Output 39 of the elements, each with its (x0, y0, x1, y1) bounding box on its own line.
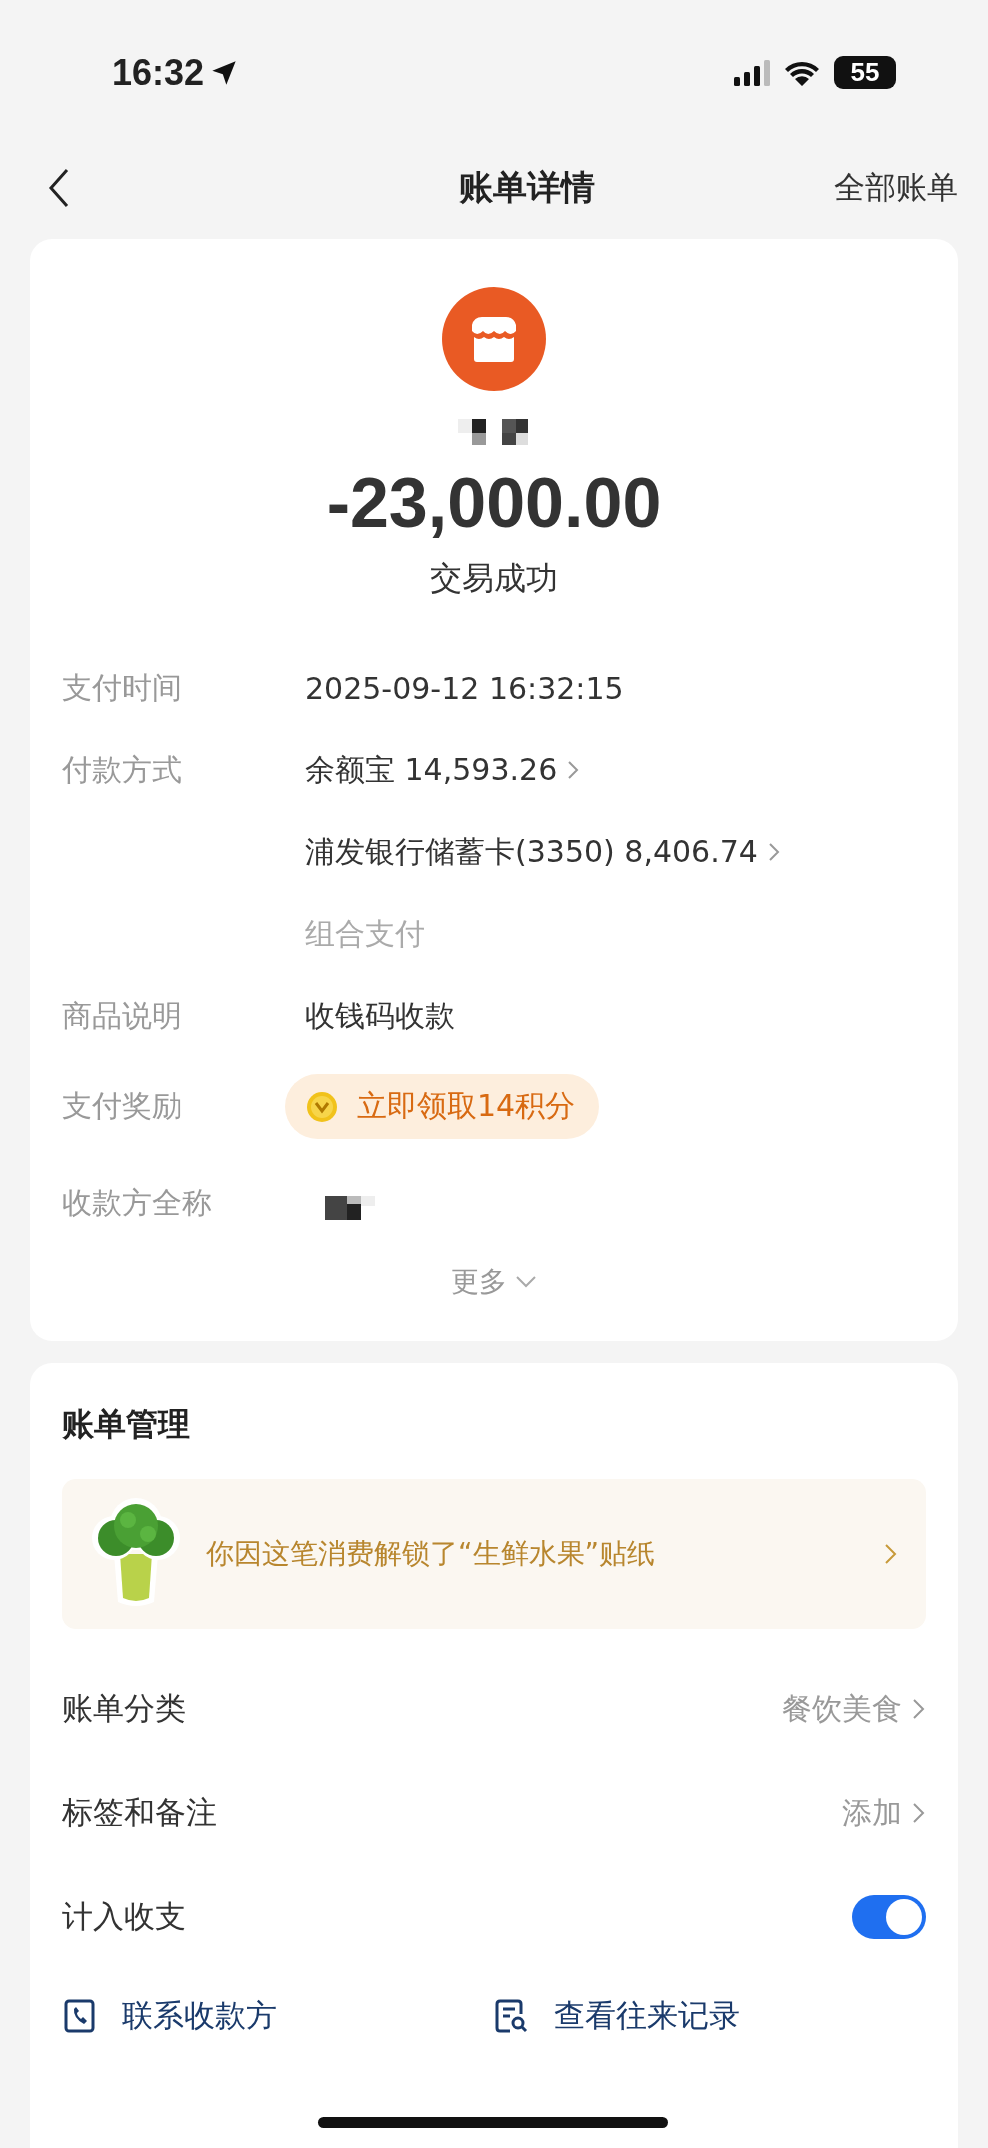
wifi-icon (784, 59, 820, 86)
action-link[interactable]: 查看往来记录 (494, 1995, 926, 2037)
setting-label: 标签和备注 (62, 1793, 217, 1832)
signal-icon (734, 59, 770, 86)
location-arrow-icon (210, 58, 239, 87)
all-bills-link[interactable]: 全部账单 (834, 167, 958, 209)
detail-label: 付款方式 (62, 750, 183, 789)
detail-label: 商品说明 (62, 996, 183, 1035)
payment-method-link[interactable]: 余额宝 14,593.26 (305, 749, 580, 791)
chevron-down-icon (515, 1275, 537, 1289)
amount: -23,000.00 (326, 463, 662, 543)
transaction-status: 交易成功 (430, 558, 558, 599)
detail-label: 收款方全称 (62, 1183, 213, 1222)
detail-value: 2025-09-12 16:32:15 (305, 670, 624, 706)
sticker-message: 你因这笔消费解锁了“生鲜水果”贴纸 (206, 1536, 656, 1572)
section-title: 账单管理 (62, 1404, 191, 1445)
coin-icon (305, 1089, 339, 1123)
battery-indicator: 55 (834, 56, 896, 89)
phone-icon (62, 1998, 96, 2034)
detail-label: 支付奖励 (62, 1086, 183, 1125)
chevron-right-icon (912, 1697, 926, 1721)
chevron-right-icon (912, 1801, 926, 1825)
payment-method-link[interactable]: 浦发银行储蓄卡(3350) 8,406.74 (305, 831, 780, 873)
toggle-switch[interactable] (852, 1895, 926, 1939)
chevron-right-icon (567, 759, 580, 781)
back-icon[interactable] (48, 168, 70, 208)
detail-value: 收钱码收款 (305, 996, 455, 1035)
chevron-right-icon (884, 1542, 898, 1566)
setting-label: 计入收支 (62, 1897, 186, 1936)
status-time: 16:32 (112, 51, 205, 94)
detail-note: 组合支付 (305, 914, 425, 953)
page-title: 账单详情 (459, 166, 595, 209)
detail-label: 支付时间 (62, 668, 183, 707)
shop-icon (442, 287, 546, 391)
setting-label: 账单分类 (62, 1689, 186, 1728)
pixelated-name (325, 1196, 375, 1220)
action-link[interactable]: 联系收款方 (62, 1995, 494, 2037)
record-search-icon (494, 1998, 528, 2034)
chevron-right-icon (767, 841, 780, 863)
